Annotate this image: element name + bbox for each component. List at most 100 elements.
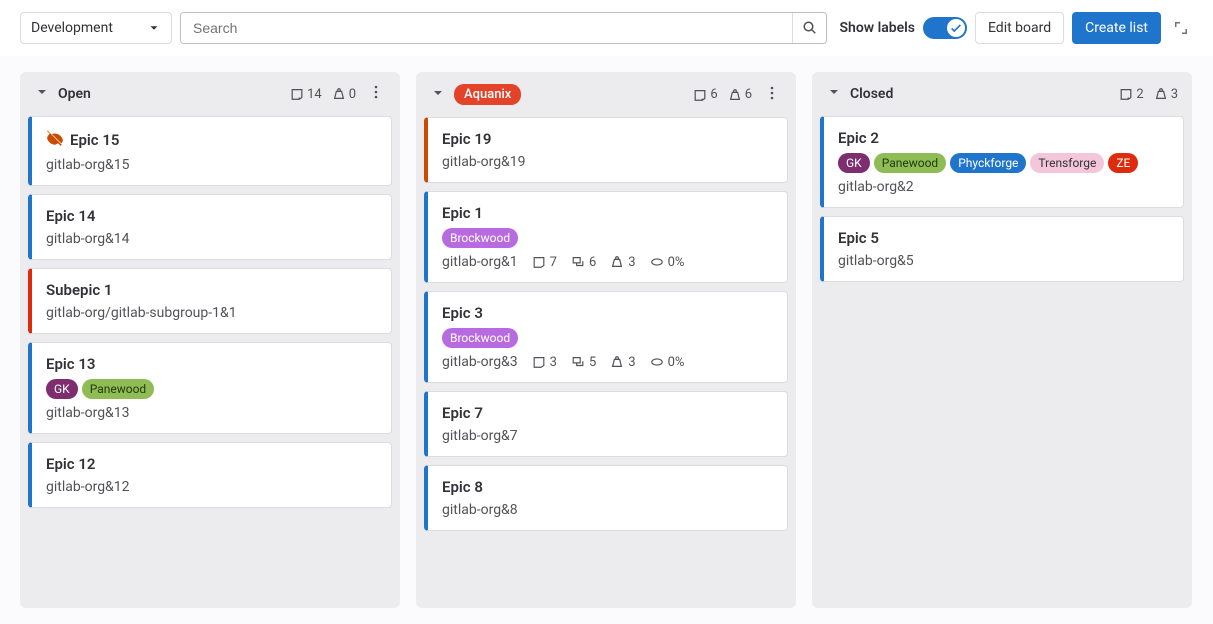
stat-epics-icon	[571, 255, 585, 269]
card-ref: gitlab-org/gitlab-subgroup-1&1	[46, 305, 237, 321]
collapse-list-button[interactable]	[34, 84, 50, 104]
fullscreen-button[interactable]	[1169, 16, 1193, 40]
card-labels: Brockwood	[442, 328, 773, 348]
collapse-list-button[interactable]	[826, 84, 842, 104]
card-ref-row: gitlab-org&33530%	[442, 354, 773, 370]
board-area: Open 14 0 Epic 15gitlab-org&15 Epic 14 git…	[0, 56, 1213, 624]
card-title-row: Epic 3	[442, 304, 773, 322]
card-ref-row: gitlab-org&14	[46, 231, 377, 247]
chevron-down-icon	[147, 21, 161, 35]
list-body[interactable]: Epic 19 gitlab-org&19 Epic 1 Brockwood gitla…	[416, 117, 796, 608]
card-ref: gitlab-org&5	[838, 253, 914, 269]
label-pill[interactable]: Panewood	[874, 153, 947, 173]
card-ref: gitlab-org&3	[442, 354, 518, 370]
epic-count: 6	[693, 87, 717, 102]
label-pill[interactable]: Brockwood	[442, 328, 518, 348]
epic-icon	[1119, 87, 1133, 101]
card-title: Epic 5	[838, 229, 879, 247]
weight-icon	[332, 87, 346, 101]
stat-progress-icon	[650, 355, 664, 369]
card-title-row: Epic 7	[442, 404, 773, 422]
card[interactable]: Epic 1 Brockwood gitlab-org&17630%	[424, 191, 788, 283]
epic-count: 14	[290, 87, 322, 102]
weight-count: 6	[728, 87, 752, 102]
list-body[interactable]: Epic 15gitlab-org&15 Epic 14 gitlab-org&14…	[20, 116, 400, 608]
edit-board-button[interactable]: Edit board	[975, 12, 1064, 44]
board-selector[interactable]: Development	[20, 12, 172, 44]
card-labels: Brockwood	[442, 228, 773, 248]
card[interactable]: Epic 5 gitlab-org&5	[820, 216, 1184, 282]
card-title-row: Epic 14	[46, 207, 377, 225]
list-header: Closed 2 3	[812, 72, 1192, 116]
search-icon	[802, 20, 818, 36]
card-title-row: Epic 8	[442, 478, 773, 496]
card-ref-row: gitlab-org&7	[442, 428, 773, 444]
stat-weight: 3	[610, 355, 635, 370]
stat-progress-icon	[650, 255, 664, 269]
card-title-row: Epic 12	[46, 455, 377, 473]
card[interactable]: Epic 3Brockwoodgitlab-org&33530%	[424, 291, 788, 383]
card[interactable]: Epic 14 gitlab-org&14	[28, 194, 392, 260]
weight-count: 0	[332, 87, 356, 102]
card-title: Epic 3	[442, 304, 483, 322]
card[interactable]: Epic 7 gitlab-org&7	[424, 391, 788, 457]
card-ref: gitlab-org&19	[442, 154, 526, 170]
list-aquanix: Aquanix 6 6 Epic 19 gitlab-org&19 Epic 1 Br…	[416, 72, 796, 608]
search-input[interactable]	[181, 13, 792, 43]
weight-icon	[1154, 87, 1168, 101]
label-pill[interactable]: Panewood	[82, 379, 155, 399]
card[interactable]: Epic 12gitlab-org&12	[28, 442, 392, 508]
card-ref-row: gitlab-org&8	[442, 502, 773, 518]
card[interactable]: Epic 2 GKPanewoodPhyckforgeTrensforgeZE gi…	[820, 116, 1184, 208]
list-header: Open 14 0	[20, 72, 400, 116]
create-list-label: Create list	[1085, 20, 1148, 36]
stat-issues: 3	[532, 355, 557, 370]
card[interactable]: Epic 15gitlab-org&15	[28, 116, 392, 186]
board: Open 14 0 Epic 15gitlab-org&15 Epic 14 git…	[20, 72, 1203, 608]
list-header: Aquanix 6 6	[416, 72, 796, 117]
card-title-row: Epic 13	[46, 355, 377, 373]
more-icon	[764, 85, 780, 101]
card-title-row: Subepic 1	[46, 281, 377, 299]
stat-weight-icon	[610, 255, 624, 269]
card-ref-row: gitlab-org&2	[838, 179, 1169, 195]
weight-icon	[728, 88, 742, 102]
card-ref: gitlab-org&15	[46, 157, 130, 173]
list-more-button[interactable]	[762, 85, 782, 105]
card-ref: gitlab-org&8	[442, 502, 518, 518]
card-title-row: Epic 19	[442, 130, 773, 148]
stat-weight: 3	[610, 255, 635, 270]
list-meta: 2 3	[1119, 87, 1178, 102]
toolbar: Development Show labels Edit board Creat…	[0, 0, 1213, 56]
stat-progress: 0%	[650, 355, 685, 370]
label-pill[interactable]: GK	[838, 153, 870, 173]
card-title: Epic 14	[46, 207, 95, 225]
toggle-knob	[947, 19, 965, 37]
label-pill[interactable]: ZE	[1108, 153, 1138, 173]
list-more-button[interactable]	[366, 84, 386, 104]
label-pill[interactable]: Trensforge	[1030, 153, 1104, 173]
card-ref: gitlab-org&14	[46, 231, 130, 247]
label-pill[interactable]: GK	[46, 379, 78, 399]
stat-issues: 7	[532, 255, 557, 270]
card[interactable]: Epic 8 gitlab-org&8	[424, 465, 788, 531]
card-title: Epic 2	[838, 129, 879, 147]
card[interactable]: Subepic 1 gitlab-org/gitlab-subgroup-1&1	[28, 268, 392, 334]
card-title-row: Epic 1	[442, 204, 773, 222]
card-ref: gitlab-org&7	[442, 428, 518, 444]
card-ref-row: gitlab-org&17630%	[442, 254, 773, 270]
list-title: Closed	[850, 86, 893, 102]
show-labels-toggle[interactable]	[923, 17, 967, 39]
search-button[interactable]	[792, 13, 826, 43]
label-pill[interactable]: Phyckforge	[950, 153, 1026, 173]
card-title: Subepic 1	[46, 281, 113, 299]
card-title: Epic 13	[46, 355, 95, 373]
card[interactable]: Epic 13GKPanewoodgitlab-org&13	[28, 342, 392, 434]
list-body[interactable]: Epic 2 GKPanewoodPhyckforgeTrensforgeZE gi…	[812, 116, 1192, 608]
label-pill[interactable]: Brockwood	[442, 228, 518, 248]
stat-issues-icon	[532, 355, 546, 369]
collapse-list-button[interactable]	[430, 85, 446, 105]
stat-epics-icon	[571, 355, 585, 369]
create-list-button[interactable]: Create list	[1072, 12, 1161, 44]
card[interactable]: Epic 19 gitlab-org&19	[424, 117, 788, 183]
